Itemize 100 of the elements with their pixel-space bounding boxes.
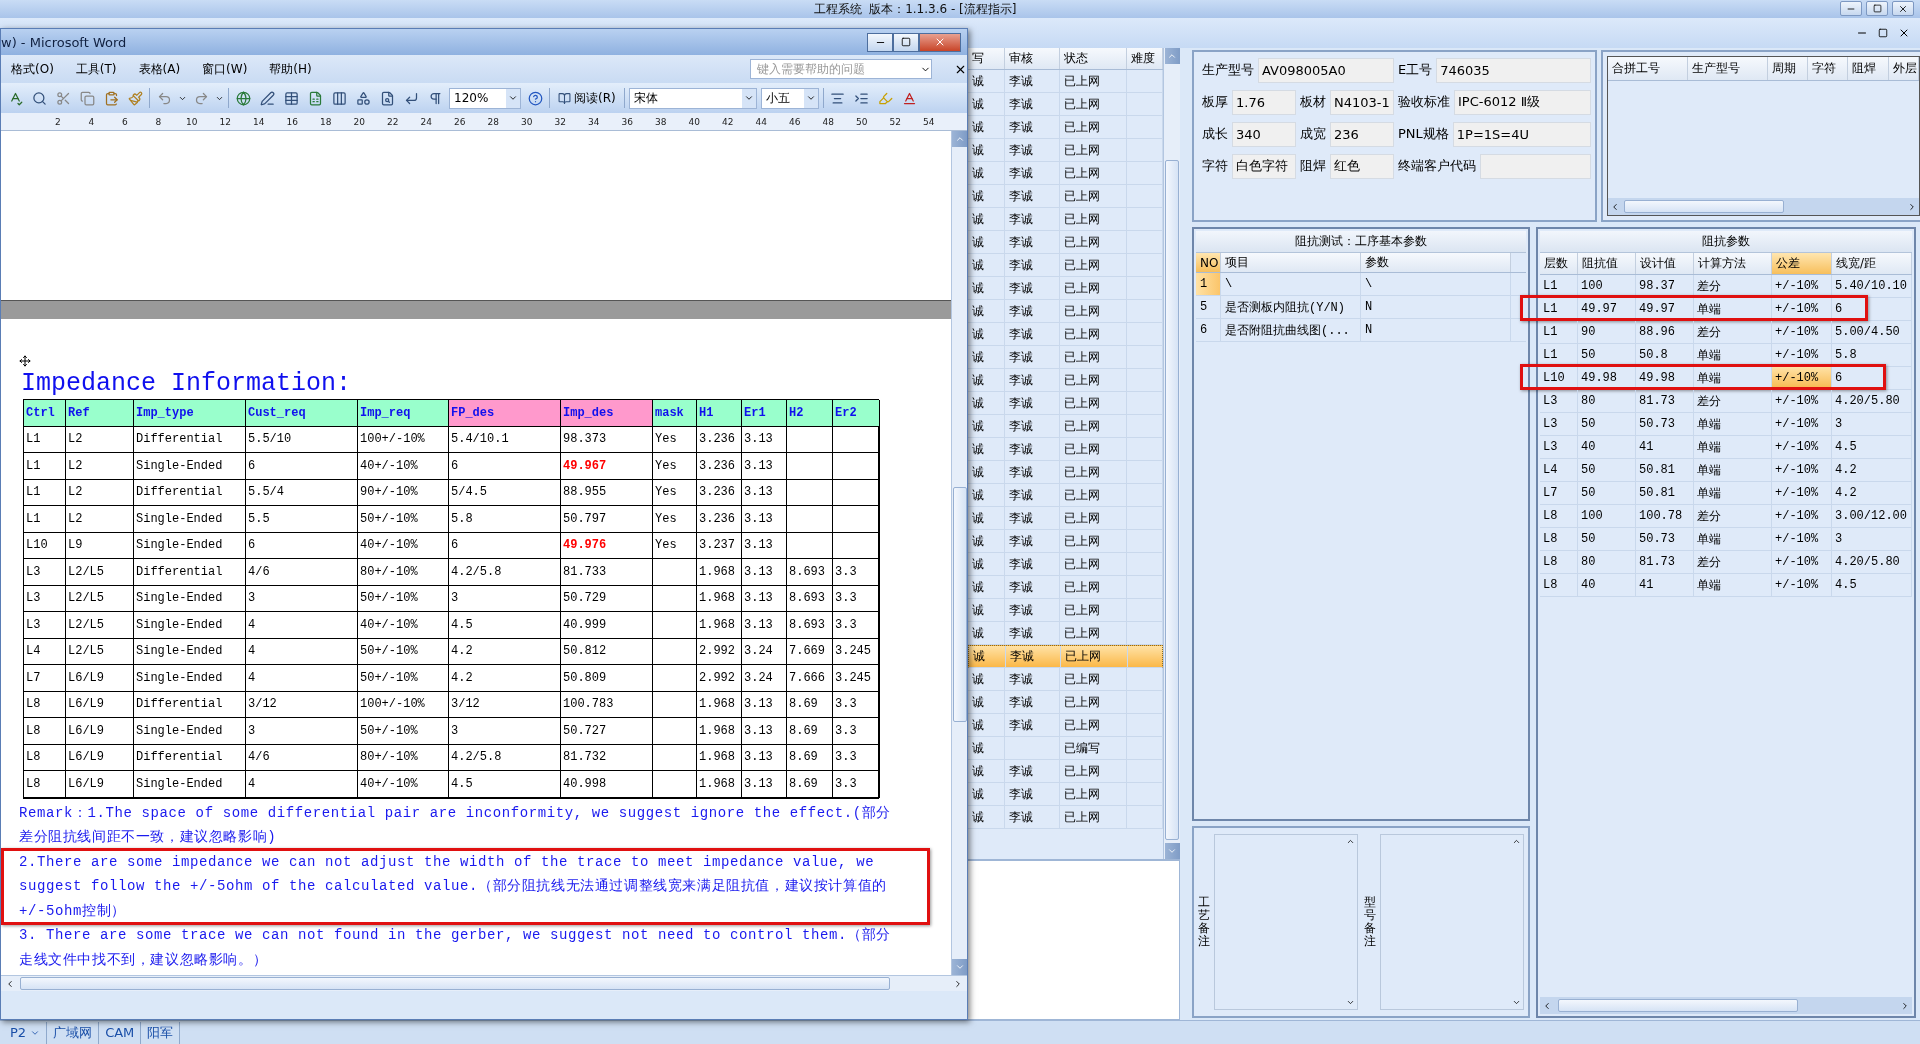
column-header[interactable]: 状态 <box>1060 48 1127 69</box>
list-row[interactable]: 诚 已编写 <box>968 737 1163 760</box>
column-header[interactable]: 合拼工号 <box>1608 57 1688 80</box>
column-header[interactable]: NO <box>1196 253 1221 272</box>
column-header[interactable]: 审核 <box>1005 48 1060 69</box>
list-row[interactable]: 诚 李诚 已上网 <box>968 185 1163 208</box>
list-row[interactable]: 诚 李诚 已上网 <box>968 599 1163 622</box>
input-field[interactable]: IPC-6012 Ⅱ级 <box>1454 89 1591 115</box>
input-field[interactable]: 白色字符 <box>1232 153 1296 179</box>
input-field[interactable]: 红色 <box>1330 153 1394 179</box>
read-button[interactable]: 阅读(R) <box>554 87 620 109</box>
list-row[interactable]: 诚 李诚 已上网 <box>968 553 1163 576</box>
minimize-button[interactable] <box>867 32 893 52</box>
list-row[interactable]: 诚 李诚 已上网 <box>968 576 1163 599</box>
list-row[interactable]: 诚 李诚 已上网 <box>968 622 1163 645</box>
menu-item[interactable]: 格式(O) <box>11 60 54 78</box>
column-header[interactable]: 设计值 <box>1636 253 1694 274</box>
caret-icon[interactable] <box>508 93 518 103</box>
help-search-field[interactable]: 键入需要帮助的问题 <box>750 59 932 79</box>
column-header[interactable]: 层数 <box>1540 253 1578 274</box>
maximize-button[interactable] <box>1866 1 1888 16</box>
notes-field[interactable] <box>1380 834 1524 1010</box>
scroll-thumb[interactable] <box>1165 160 1179 840</box>
list-row[interactable]: 诚 李诚 已上网 <box>968 645 1163 668</box>
input-field[interactable]: AV098005A0 <box>1258 57 1394 83</box>
input-field[interactable]: 236 <box>1330 121 1394 147</box>
list-row[interactable]: 诚 李诚 已上网 <box>968 277 1163 300</box>
column-header[interactable]: 参数 <box>1361 253 1511 272</box>
column-header[interactable]: 线宽/距 <box>1832 253 1912 274</box>
scroll-down-icon[interactable] <box>1511 998 1521 1007</box>
input-field[interactable]: 746035 <box>1436 57 1591 83</box>
scroll-up-icon[interactable] <box>1511 837 1521 846</box>
scroll-left-icon[interactable] <box>1542 1000 1552 1011</box>
caret-icon[interactable] <box>805 93 816 103</box>
caret-icon[interactable] <box>743 93 754 103</box>
input-field[interactable]: 1.76 <box>1232 89 1296 115</box>
list-row[interactable]: 诚 李诚 已上网 <box>968 323 1163 346</box>
ruler[interactable]: 2 4 6 8 10 12 14 16 18 20 22 24 26 28 30 32 34 36 38 40 42 44 46 48 50 52 54 <box>1 113 967 131</box>
maximize-button[interactable] <box>893 32 919 52</box>
font-size-dropdown[interactable]: 小五 <box>760 87 819 109</box>
scroll-thumb[interactable] <box>1558 999 1798 1012</box>
list-row[interactable]: 诚 李诚 已上网 <box>968 714 1163 737</box>
list-row[interactable]: 诚 李诚 已上网 <box>968 783 1163 806</box>
scroll-right-icon[interactable] <box>1907 201 1917 212</box>
notes-field[interactable] <box>1214 834 1358 1010</box>
menu-item[interactable]: 窗口(W) <box>202 60 248 78</box>
column-header[interactable]: 阻抗值 <box>1578 253 1636 274</box>
list-row[interactable]: 诚 李诚 已上网 <box>968 300 1163 323</box>
scroll-thumb[interactable] <box>1624 200 1784 213</box>
scroll-down-icon[interactable] <box>1345 998 1355 1007</box>
list-row[interactable]: 诚 李诚 已上网 <box>968 231 1163 254</box>
list-row[interactable]: 诚 李诚 已上网 <box>968 116 1163 139</box>
list-row[interactable]: 诚 李诚 已上网 <box>968 438 1163 461</box>
font-dropdown[interactable]: 宋体 <box>628 87 757 109</box>
scroll-thumb[interactable] <box>952 487 967 722</box>
list-row[interactable]: 诚 李诚 已上网 <box>968 760 1163 783</box>
menu-item[interactable]: 帮助(H) <box>269 60 312 78</box>
scroll-thumb[interactable] <box>20 977 890 990</box>
input-field[interactable] <box>1480 153 1591 179</box>
list-row[interactable]: 诚 李诚 已上网 <box>968 461 1163 484</box>
list-row[interactable]: 诚 李诚 已上网 <box>968 162 1163 185</box>
minimize-button[interactable] <box>1840 1 1862 16</box>
input-field[interactable]: 1P=1S=4U <box>1452 121 1591 147</box>
zoom-dropdown[interactable]: 120% <box>449 87 521 109</box>
column-header[interactable]: 公差 <box>1772 253 1832 274</box>
column-header[interactable]: 周期 <box>1768 57 1808 80</box>
scroll-right-icon[interactable] <box>953 978 963 989</box>
scroll-left-icon[interactable] <box>1610 201 1620 212</box>
taskbar-item[interactable]: P2 <box>4 1021 48 1044</box>
list-row[interactable]: 诚 李诚 已上网 <box>968 691 1163 714</box>
restore-icon[interactable] <box>1878 28 1888 38</box>
input-field[interactable]: N4103-1 <box>1330 89 1394 115</box>
taskbar-item[interactable]: 广域网 <box>47 1021 100 1044</box>
scroll-left-icon[interactable] <box>5 978 15 989</box>
column-header[interactable]: 外层 <box>1889 57 1919 80</box>
list-row[interactable]: 诚 李诚 已上网 <box>968 507 1163 530</box>
taskbar-item[interactable]: 阳军 <box>141 1021 181 1044</box>
list-row[interactable]: 诚 李诚 已上网 <box>968 415 1163 438</box>
close-icon[interactable] <box>1898 27 1910 39</box>
menu-item[interactable]: 工具(T) <box>75 60 117 78</box>
column-header[interactable]: 项目 <box>1221 253 1361 272</box>
column-header[interactable]: 生产型号 <box>1688 57 1768 80</box>
table-move-handle-icon[interactable] <box>19 355 31 367</box>
list-row[interactable]: 诚 李诚 已上网 <box>968 806 1163 829</box>
scroll-right-icon[interactable] <box>1900 1000 1910 1011</box>
list-row[interactable]: 诚 李诚 已上网 <box>968 530 1163 553</box>
list-row[interactable]: 诚 李诚 已上网 <box>968 139 1163 162</box>
list-row[interactable]: 诚 李诚 已上网 <box>968 369 1163 392</box>
input-field[interactable]: 340 <box>1232 121 1296 147</box>
column-header[interactable]: 计算方法 <box>1694 253 1772 274</box>
close-button[interactable] <box>1892 1 1914 16</box>
list-row[interactable]: 诚 李诚 已上网 <box>968 93 1163 116</box>
column-header[interactable]: 字符 <box>1808 57 1848 80</box>
list-row[interactable]: 诚 李诚 已上网 <box>968 346 1163 369</box>
column-header[interactable]: 阻焊 <box>1848 57 1889 80</box>
list-row[interactable]: 诚 李诚 已上网 <box>968 392 1163 415</box>
list-row[interactable]: 诚 李诚 已上网 <box>968 668 1163 691</box>
taskbar-item[interactable]: CAM <box>99 1021 142 1044</box>
menu-item[interactable]: 表格(A) <box>138 60 181 78</box>
list-row[interactable]: 诚 李诚 已上网 <box>968 254 1163 277</box>
